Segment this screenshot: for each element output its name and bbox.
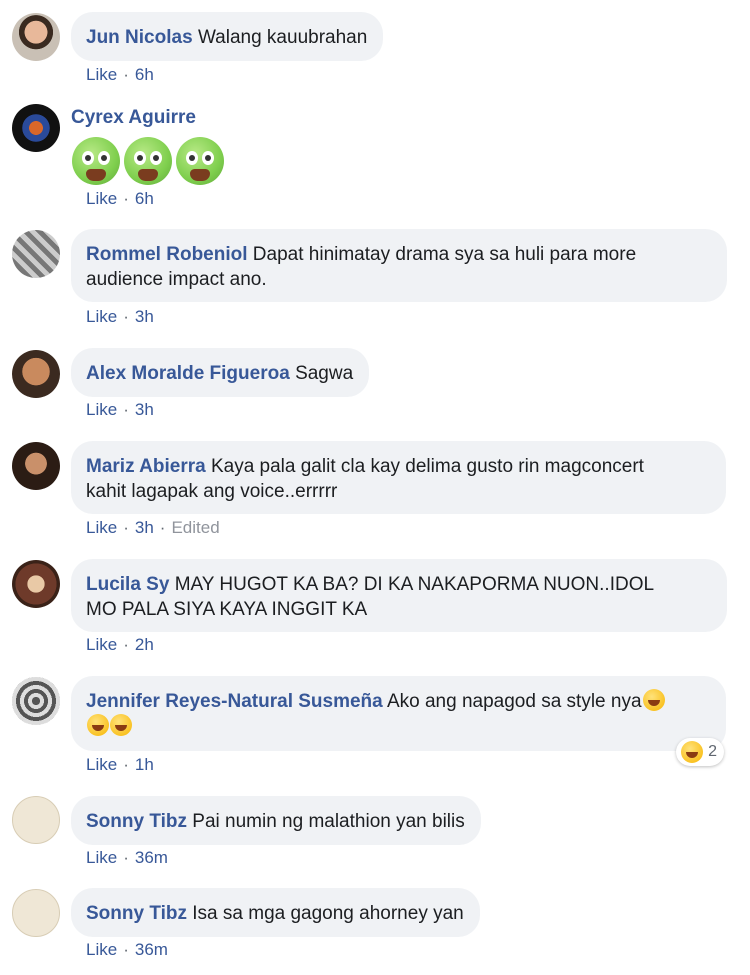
like-link[interactable]: Like xyxy=(86,400,117,419)
comment-author[interactable]: Sonny Tibz xyxy=(86,903,187,924)
comment-text: Pai numin ng malathion yan bilis xyxy=(192,811,465,832)
comment-author[interactable]: Sonny Tibz xyxy=(86,811,187,832)
nauseated-face-icon xyxy=(176,137,224,185)
comment-time[interactable]: 2h xyxy=(135,635,154,654)
comment-text: Dapat hinimatay drama sya sa huli para m… xyxy=(252,244,637,265)
avatar[interactable] xyxy=(12,889,60,937)
comment-bubble: Sonny Tibz Isa sa mga gagong ahorney yan xyxy=(71,888,480,937)
comment-text: Ako ang napagod sa style nya xyxy=(386,691,642,712)
comment-meta: Like · 1h xyxy=(86,755,154,774)
comment-time[interactable]: 6h xyxy=(135,189,154,208)
avatar[interactable] xyxy=(12,677,60,725)
comment-text: Walang kauubrahan xyxy=(197,27,368,48)
avatar[interactable] xyxy=(12,796,60,844)
comment-meta: Like · 2h xyxy=(86,635,154,654)
edited-label[interactable]: Edited xyxy=(171,518,219,537)
comment-time[interactable]: 3h xyxy=(135,518,154,537)
laughing-emoji-icon xyxy=(110,714,132,736)
comment-meta: Like · 3h xyxy=(86,400,154,419)
comment-text: Sagwa xyxy=(295,363,354,384)
avatar[interactable] xyxy=(12,13,60,61)
like-link[interactable]: Like xyxy=(86,940,117,959)
like-link[interactable]: Like xyxy=(86,307,117,326)
comment-text: kahit lagapak ang voice..errrrr xyxy=(86,481,338,502)
comment-text: MAY HUGOT KA BA? DI KA NAKAPORMA NUON..I… xyxy=(174,574,655,595)
like-link[interactable]: Like xyxy=(86,755,117,774)
comment-text: Isa sa mga gagong ahorney yan xyxy=(192,903,464,924)
comment-author[interactable]: Cyrex Aguirre xyxy=(71,107,196,129)
like-link[interactable]: Like xyxy=(86,635,117,654)
comment-time[interactable]: 6h xyxy=(135,65,154,84)
like-link[interactable]: Like xyxy=(86,189,117,208)
comment-meta: Like · 36m xyxy=(86,940,168,959)
comment-text: audience impact ano. xyxy=(86,269,267,290)
comment-time[interactable]: 3h xyxy=(135,400,154,419)
nauseated-face-icon xyxy=(72,137,120,185)
comment-text: Kaya pala galit cla kay delima gusto rin… xyxy=(210,456,644,477)
comment-author[interactable]: Alex Moralde Figueroa xyxy=(86,363,290,384)
avatar[interactable] xyxy=(12,350,60,398)
comment-meta: Like · 36m xyxy=(86,848,168,867)
like-link[interactable]: Like xyxy=(86,65,117,84)
comment-author[interactable]: Mariz Abierra xyxy=(86,456,206,477)
reaction-count: 2 xyxy=(708,743,717,760)
comment-bubble: Alex Moralde Figueroa Sagwa xyxy=(71,348,370,397)
haha-reaction-icon xyxy=(681,741,704,763)
comment-bubble: Jun Nicolas Walang kauubrahan xyxy=(71,12,384,61)
comment-author[interactable]: Jennifer Reyes-Natural Susmeña xyxy=(86,691,383,712)
comment-meta: Like · 6h xyxy=(86,189,154,208)
comment-text: MO PALA SIYA KAYA INGGIT KA xyxy=(86,599,368,620)
avatar[interactable] xyxy=(12,230,60,278)
comment-bubble: Mariz Abierra Kaya pala galit cla kay de… xyxy=(71,441,726,514)
comment-bubble: Sonny Tibz Pai numin ng malathion yan bi… xyxy=(71,796,481,845)
comment-bubble: Jennifer Reyes-Natural Susmeña Ako ang n… xyxy=(71,676,726,751)
reaction-badge[interactable]: 2 xyxy=(676,738,724,766)
comment-author[interactable]: Rommel Robeniol xyxy=(86,244,248,265)
comment-bubble: Rommel Robeniol Dapat hinimatay drama sy… xyxy=(71,229,727,302)
comment-time[interactable]: 36m xyxy=(135,848,168,867)
comment-meta: Like · 6h xyxy=(86,65,154,84)
emoji-row xyxy=(72,137,224,185)
like-link[interactable]: Like xyxy=(86,518,117,537)
avatar[interactable] xyxy=(12,442,60,490)
nauseated-face-icon xyxy=(124,137,172,185)
comment-time[interactable]: 3h xyxy=(135,307,154,326)
like-link[interactable]: Like xyxy=(86,848,117,867)
comment-time[interactable]: 1h xyxy=(135,755,154,774)
comment-bubble: Lucila Sy MAY HUGOT KA BA? DI KA NAKAPOR… xyxy=(71,559,727,632)
comment-author[interactable]: Jun Nicolas xyxy=(86,27,193,48)
laughing-emoji-icon xyxy=(642,689,665,711)
avatar[interactable] xyxy=(12,104,60,152)
comment-meta: Like · 3h · Edited xyxy=(86,518,220,537)
laughing-emoji-icon xyxy=(87,714,109,736)
comment-author[interactable]: Lucila Sy xyxy=(86,574,169,595)
avatar[interactable] xyxy=(12,560,60,608)
comment-time[interactable]: 36m xyxy=(135,940,168,959)
comment-meta: Like · 3h xyxy=(86,307,154,326)
